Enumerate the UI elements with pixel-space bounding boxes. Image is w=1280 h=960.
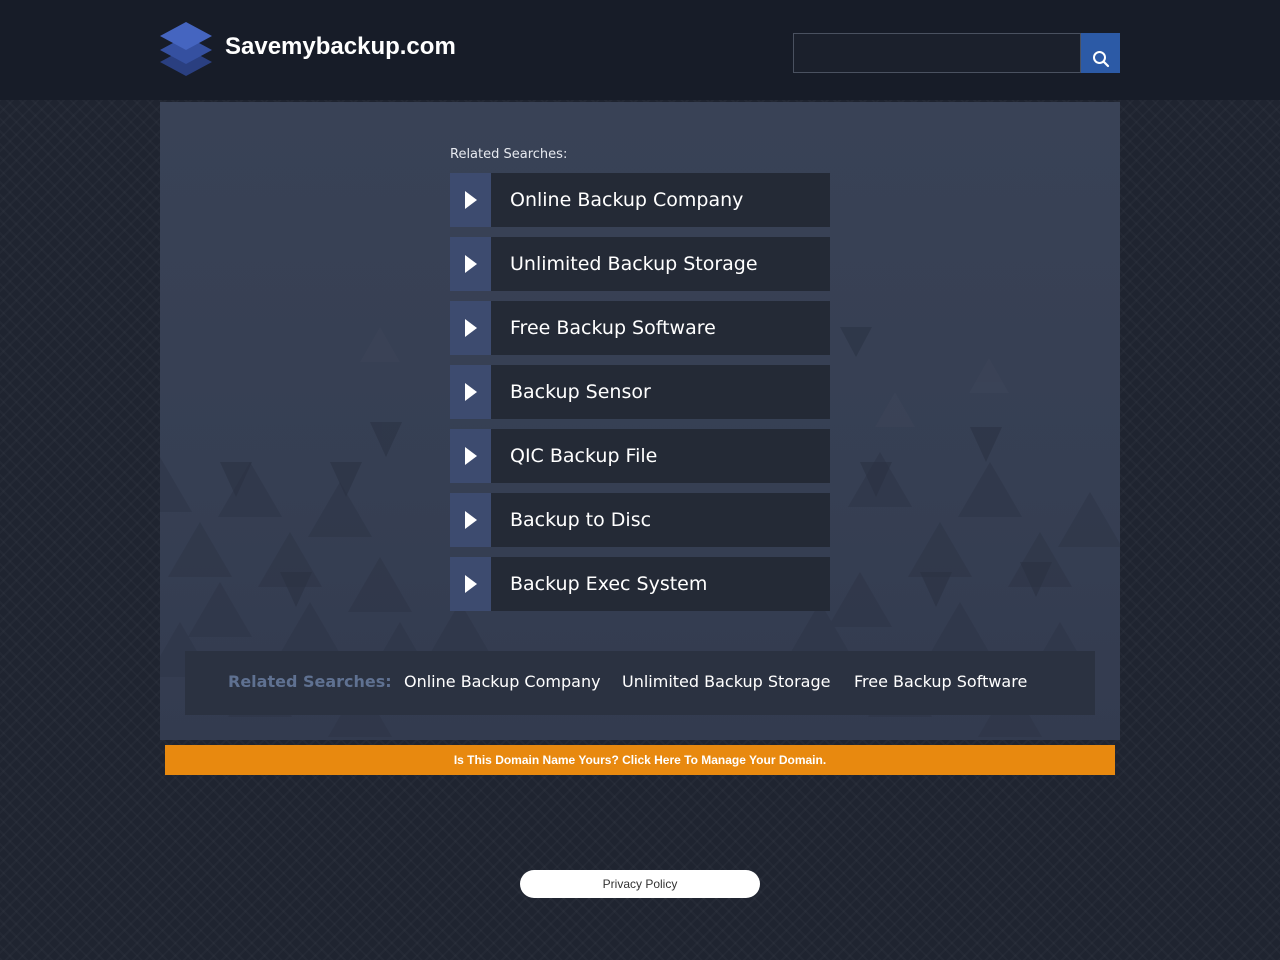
play-arrow-icon <box>464 191 477 209</box>
search-button[interactable] <box>1081 33 1120 73</box>
related-link-backup-sensor[interactable]: Backup Sensor <box>450 365 830 419</box>
related-link-free-backup-software[interactable]: Free Backup Software <box>450 301 830 355</box>
header: Savemybackup.com <box>0 0 1280 100</box>
site-title[interactable]: Savemybackup.com <box>225 32 456 62</box>
related-link-label: QIC Backup File <box>510 445 658 467</box>
privacy-policy-link[interactable]: Privacy Policy <box>520 870 760 898</box>
search-icon <box>1092 50 1109 67</box>
play-arrow-icon <box>464 319 477 337</box>
bottom-link-online-backup-company[interactable]: Online Backup Company <box>404 672 601 691</box>
related-link-online-backup-company[interactable]: Online Backup Company <box>450 173 830 227</box>
related-link-label: Backup Exec System <box>510 573 708 595</box>
related-link-label: Unlimited Backup Storage <box>510 253 758 275</box>
play-arrow-icon <box>464 447 477 465</box>
main-panel: Related Searches: Online Backup Company … <box>160 102 1120 740</box>
bottom-related-bar: Related Searches: Online Backup Company … <box>185 651 1095 715</box>
related-link-label: Free Backup Software <box>510 317 716 339</box>
bottom-related-heading: Related Searches: <box>228 672 392 691</box>
related-link-unlimited-backup-storage[interactable]: Unlimited Backup Storage <box>450 237 830 291</box>
manage-domain-banner[interactable]: Is This Domain Name Yours? Click Here To… <box>165 745 1115 775</box>
bottom-link-free-backup-software[interactable]: Free Backup Software <box>854 672 1027 691</box>
related-link-label: Online Backup Company <box>510 189 744 211</box>
play-arrow-icon <box>464 511 477 529</box>
related-searches-list: Online Backup Company Unlimited Backup S… <box>450 173 830 621</box>
search-input[interactable] <box>793 33 1081 73</box>
privacy-policy-label: Privacy Policy <box>602 877 678 891</box>
related-link-label: Backup Sensor <box>510 381 651 403</box>
bottom-link-unlimited-backup-storage[interactable]: Unlimited Backup Storage <box>622 672 830 691</box>
related-link-label: Backup to Disc <box>510 509 652 531</box>
manage-domain-text: Is This Domain Name Yours? Click Here To… <box>453 753 827 767</box>
related-link-backup-exec-system[interactable]: Backup Exec System <box>450 557 830 611</box>
related-link-backup-to-disc[interactable]: Backup to Disc <box>450 493 830 547</box>
play-arrow-icon <box>464 575 477 593</box>
related-link-qic-backup-file[interactable]: QIC Backup File <box>450 429 830 483</box>
stacked-layers-icon[interactable] <box>158 18 214 82</box>
play-arrow-icon <box>464 255 477 273</box>
play-arrow-icon <box>464 383 477 401</box>
related-searches-heading: Related Searches: <box>450 147 568 162</box>
